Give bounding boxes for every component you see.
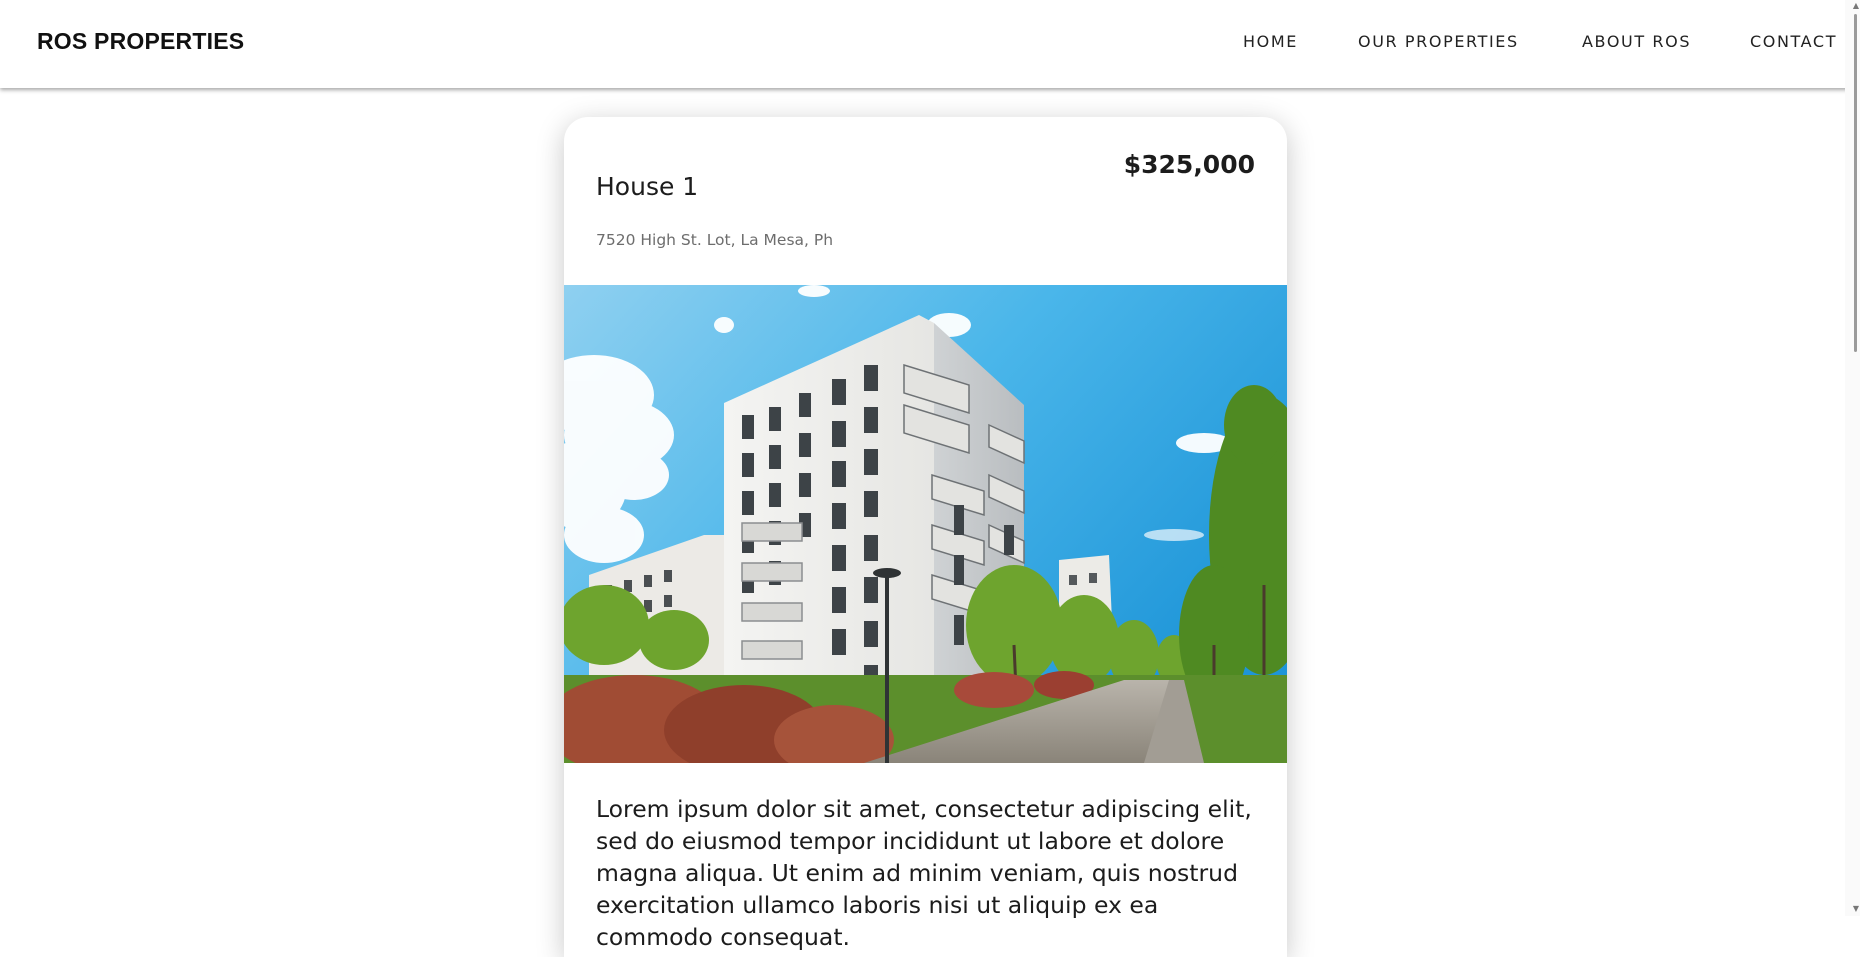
vertical-scrollbar[interactable]: ▲ ▼: [1845, 0, 1860, 916]
property-card: House 1 $325,000 7520 High St. Lot, La M…: [564, 117, 1287, 957]
property-title: House 1: [596, 171, 699, 201]
nav-about-ros[interactable]: ABOUT ROS: [1582, 32, 1691, 51]
property-photo: [564, 285, 1287, 763]
scroll-up-icon[interactable]: ▲: [1853, 2, 1859, 10]
scrollbar-thumb[interactable]: [1854, 14, 1857, 352]
scroll-down-icon[interactable]: ▼: [1853, 905, 1859, 913]
nav-our-properties[interactable]: OUR PROPERTIES: [1358, 32, 1519, 51]
property-price: $325,000: [1123, 150, 1255, 179]
navbar: ROS PROPERTIES HOME OUR PROPERTIES ABOUT…: [0, 0, 1858, 88]
property-address: 7520 High St. Lot, La Mesa, Ph: [596, 231, 834, 249]
property-description: Lorem ipsum dolor sit amet, consectetur …: [596, 795, 1252, 951]
nav-contact[interactable]: CONTACT: [1750, 32, 1837, 51]
nav-home[interactable]: HOME: [1243, 32, 1298, 51]
brand-logo[interactable]: ROS PROPERTIES: [37, 28, 244, 55]
